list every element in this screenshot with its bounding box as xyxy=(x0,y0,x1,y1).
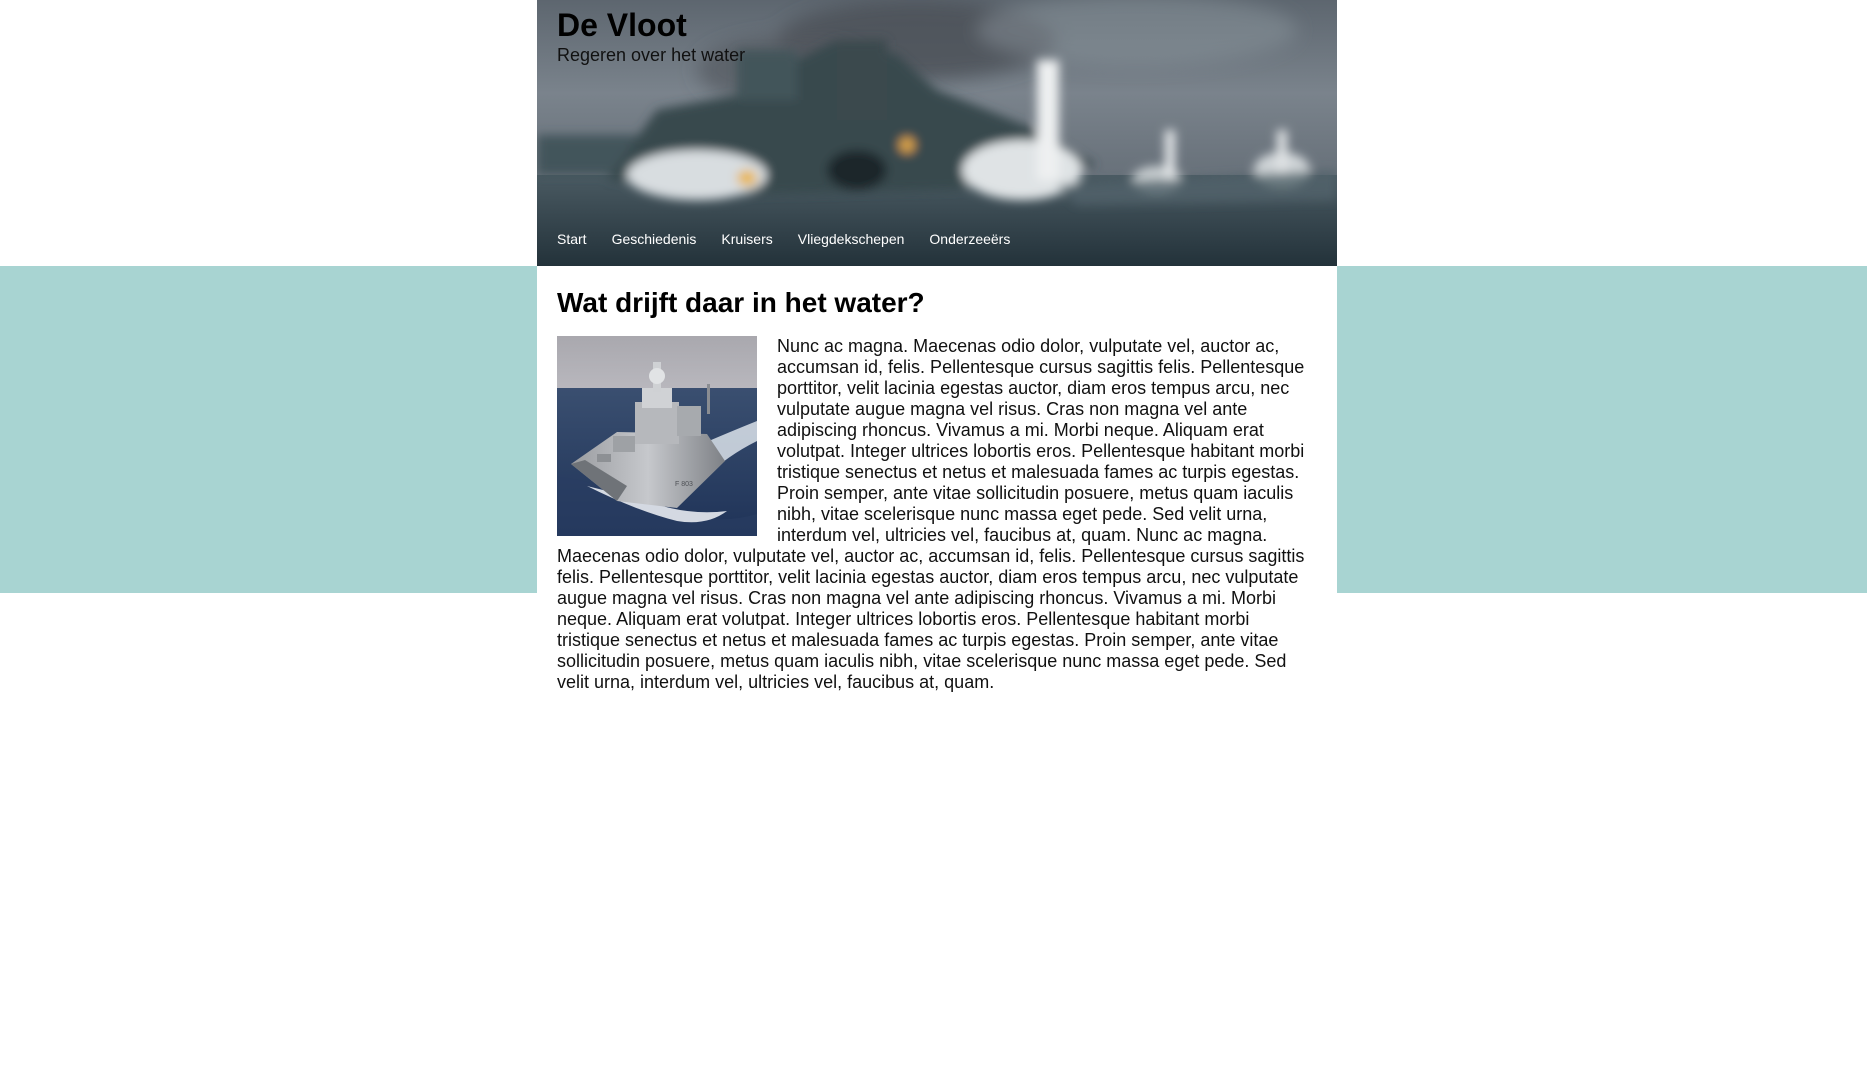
site-title: De Vloot xyxy=(557,7,687,43)
frigate-photo: F 803 xyxy=(557,336,757,536)
nav-item-start[interactable]: Start xyxy=(557,229,587,249)
site-header: De Vloot Regeren over het water Start Ge… xyxy=(537,0,1337,266)
main-navigation: Start Geschiedenis Kruisers Vliegdeksche… xyxy=(557,229,1035,249)
nav-item-onderzeeers[interactable]: Onderzeeërs xyxy=(929,229,1010,249)
site-tagline: Regeren over het water xyxy=(557,45,746,65)
main-content: Wat drijft daar in het water? F 803 Nunc… xyxy=(537,266,1337,713)
nav-item-kruisers[interactable]: Kruisers xyxy=(721,229,772,249)
svg-text:F 803: F 803 xyxy=(675,481,693,488)
nav-item-geschiedenis[interactable]: Geschiedenis xyxy=(612,229,697,249)
page-container: De Vloot Regeren over het water Start Ge… xyxy=(537,0,1337,713)
nav-item-vliegdekschepen[interactable]: Vliegdekschepen xyxy=(798,229,905,249)
page-heading: Wat drijft daar in het water? xyxy=(557,287,925,318)
